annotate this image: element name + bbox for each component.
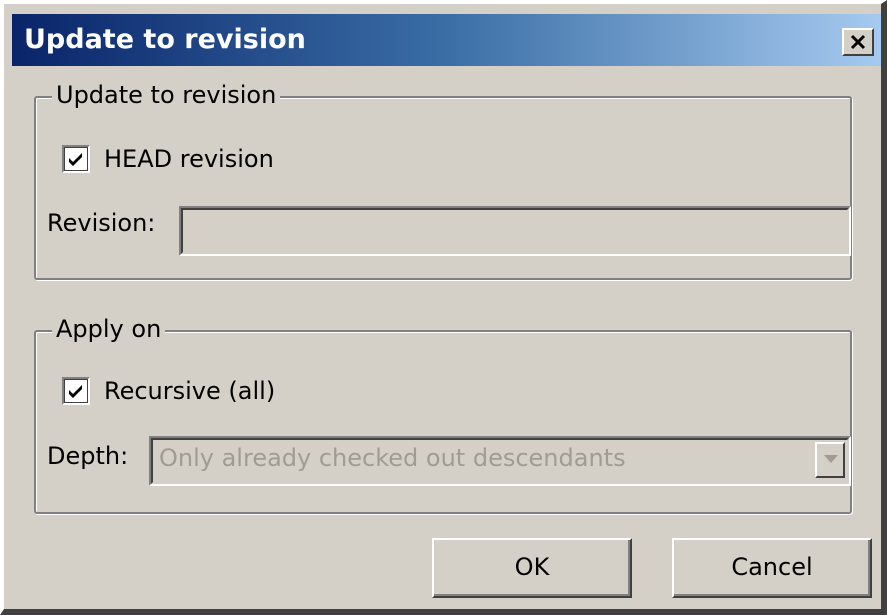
title-bar[interactable]: Update to revision <box>12 14 881 66</box>
ok-button[interactable]: OK <box>432 538 632 598</box>
close-button[interactable] <box>842 28 874 56</box>
recursive-checkbox[interactable] <box>62 377 90 405</box>
head-revision-label: HEAD revision <box>104 145 274 173</box>
revision-input[interactable] <box>179 206 851 256</box>
depth-dropdown-button[interactable] <box>815 442 845 478</box>
checkmark-icon <box>69 385 82 398</box>
apply-on-group-legend: Apply on <box>52 314 166 344</box>
apply-on-groupbox: Apply on Recursive (all) Depth: Only alr… <box>34 314 852 514</box>
checkmark-icon <box>69 153 82 166</box>
window-title: Update to revision <box>24 24 306 55</box>
close-icon <box>850 34 866 50</box>
depth-label: Depth: <box>47 442 129 470</box>
cancel-button[interactable]: Cancel <box>672 538 872 598</box>
revision-group-legend: Update to revision <box>52 80 281 110</box>
update-to-revision-dialog: Update to revision Update to revision HE… <box>0 0 887 615</box>
head-revision-checkbox-row[interactable]: HEAD revision <box>62 145 274 173</box>
recursive-label: Recursive (all) <box>104 377 276 405</box>
revision-groupbox: Update to revision HEAD revision Revisio… <box>34 80 852 280</box>
chevron-down-icon <box>824 455 838 463</box>
depth-select[interactable]: Only already checked out descendants <box>149 436 851 486</box>
head-revision-checkbox[interactable] <box>62 145 90 173</box>
recursive-checkbox-row[interactable]: Recursive (all) <box>62 377 275 405</box>
revision-input-frame <box>181 208 849 254</box>
depth-selected-value: Only already checked out descendants <box>159 444 626 472</box>
revision-label: Revision: <box>47 209 156 237</box>
